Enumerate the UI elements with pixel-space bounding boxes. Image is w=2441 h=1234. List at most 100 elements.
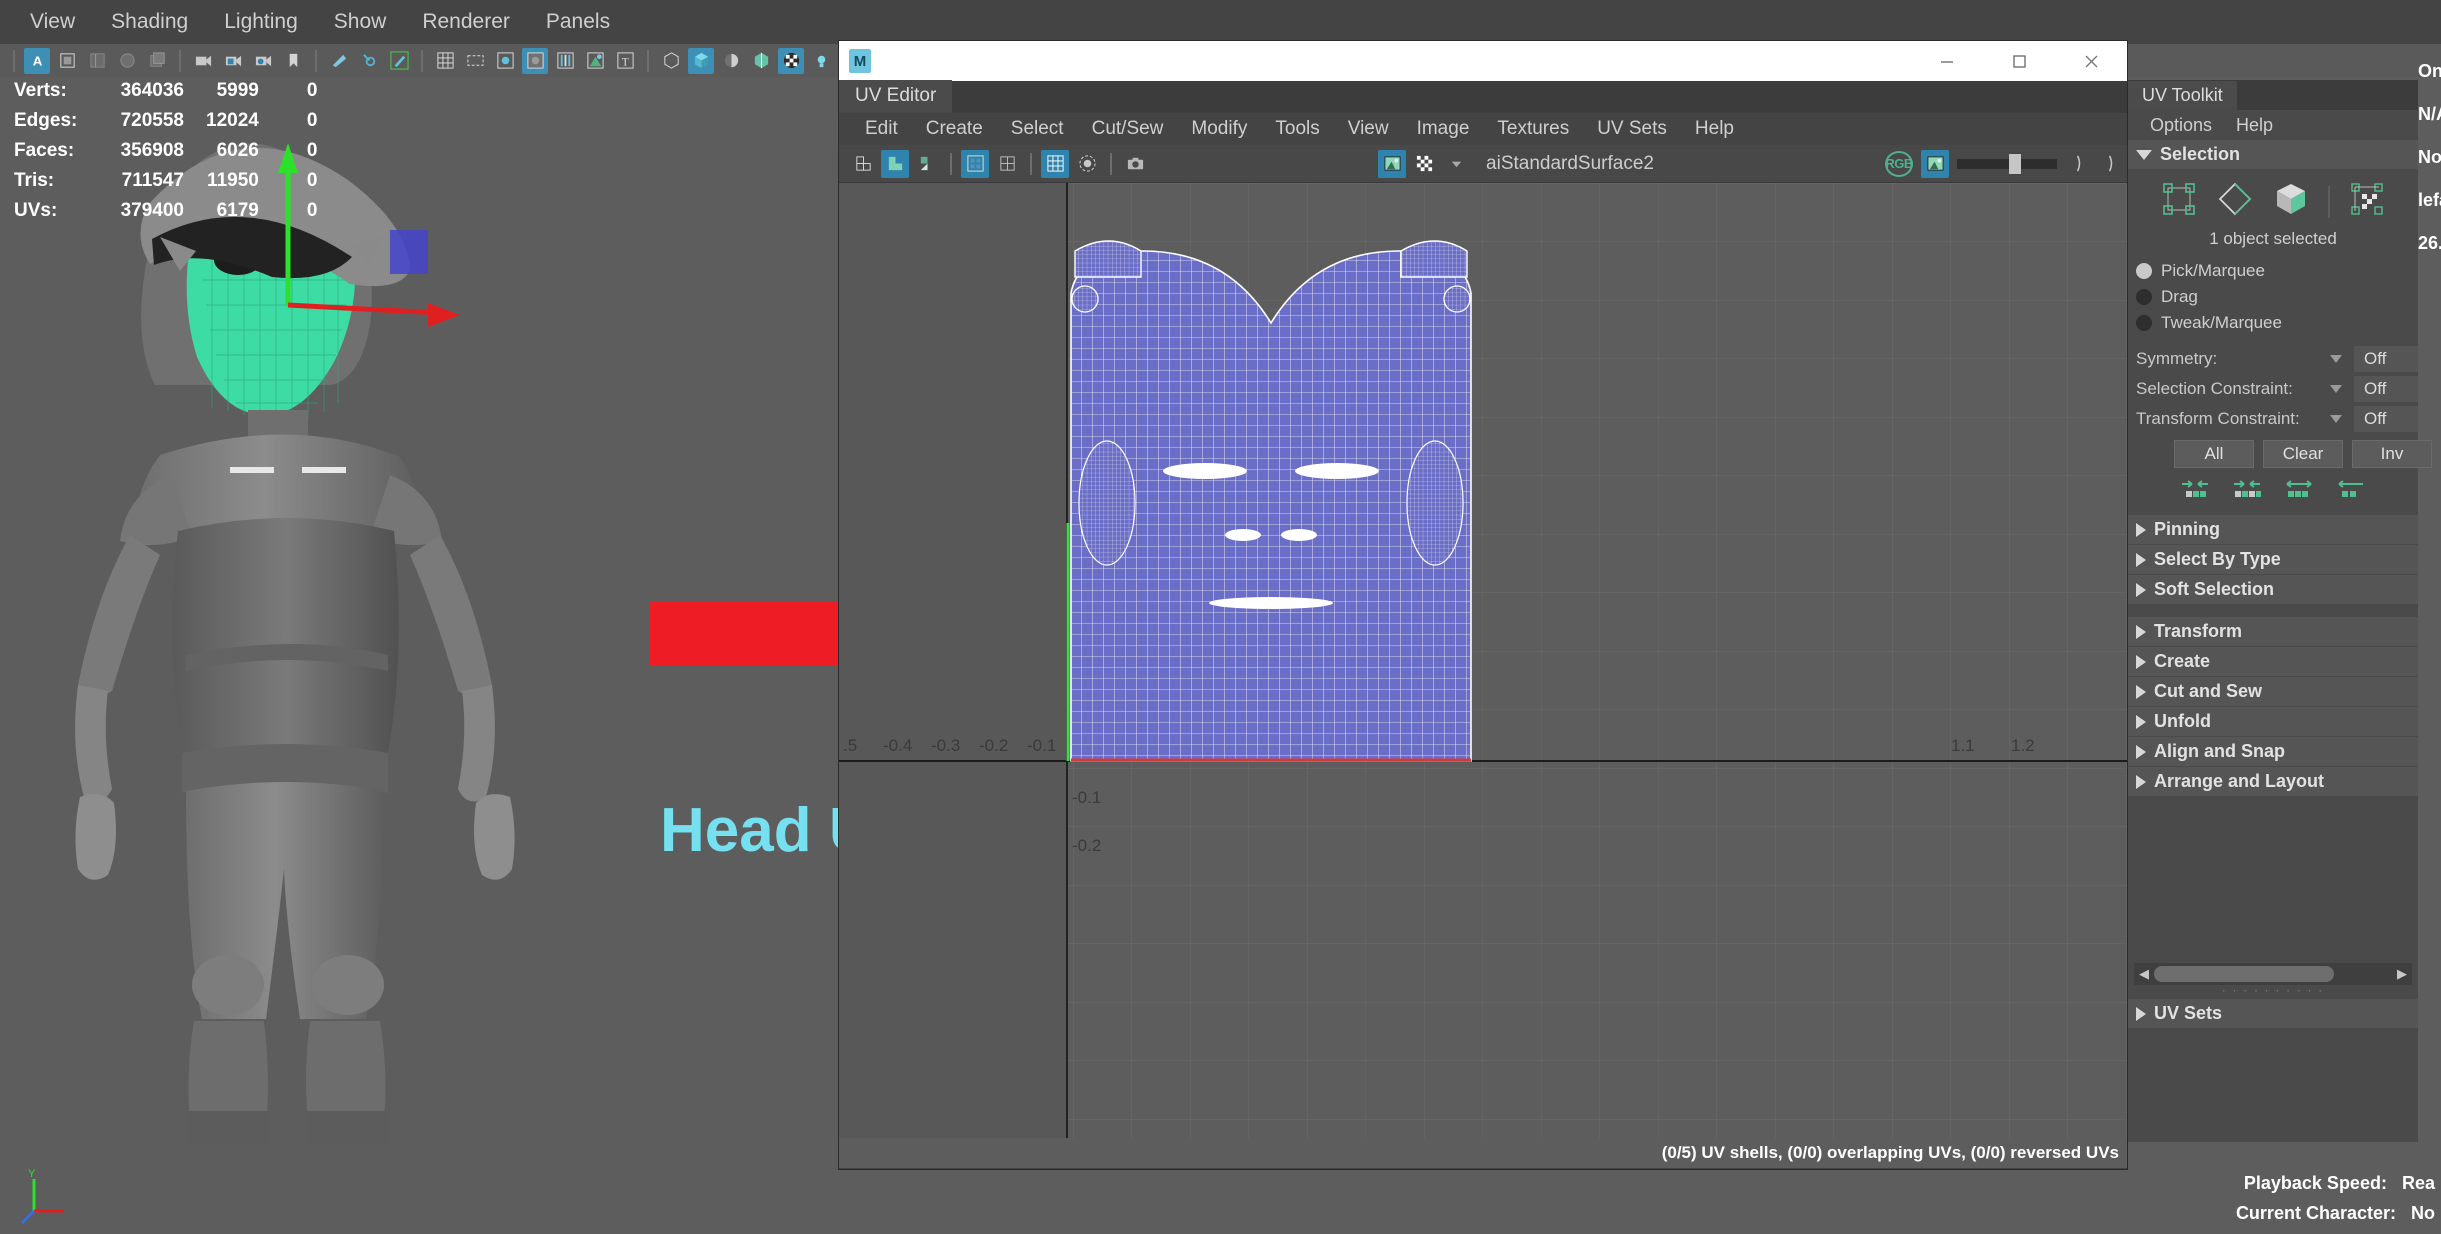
menu-panels[interactable]: Panels (528, 0, 628, 44)
uv-face-select-icon[interactable] (2272, 180, 2310, 223)
uv-shell-select-icon[interactable] (2348, 180, 2386, 223)
uv-shell-icon[interactable] (881, 149, 909, 178)
gate-mask-icon[interactable] (522, 47, 548, 74)
menu-renderer[interactable]: Renderer (404, 0, 528, 44)
shrink-selection-icon[interactable] (2180, 478, 2210, 507)
uv-grid-icon[interactable] (1041, 149, 1069, 178)
transform-constraint-value[interactable]: Off (2354, 406, 2418, 432)
bracket-right-icon[interactable] (2097, 150, 2125, 178)
mode-tweak-marquee[interactable]: Tweak/Marquee (2128, 310, 2418, 336)
shading-sphere-icon[interactable] (114, 48, 140, 74)
film-strip-icon[interactable] (552, 48, 578, 74)
section-header-selection[interactable]: Selection (2128, 140, 2418, 170)
checker-pattern-icon[interactable] (1410, 150, 1438, 178)
flat-shading-icon[interactable] (718, 48, 744, 74)
symmetry-row[interactable]: Symmetry: Off (2128, 344, 2418, 374)
panel-layout-icon[interactable] (84, 48, 110, 74)
camera-settings-icon[interactable] (250, 48, 276, 74)
smooth-shading-icon[interactable] (688, 47, 714, 74)
image-toggle-icon[interactable] (1921, 149, 1950, 178)
uv-menu-cut-sew[interactable]: Cut/Sew (1078, 118, 1178, 140)
toolkit-horizontal-scrollbar[interactable]: ◀ ▶ · · · · · · · · · · (2128, 959, 2418, 999)
lighting-icon[interactable] (808, 48, 834, 74)
uv-face-icon[interactable] (913, 150, 941, 178)
uv-edge-select-icon[interactable] (2216, 180, 2254, 223)
close-icon[interactable] (2055, 41, 2127, 81)
expand-selection-icon[interactable] (2284, 478, 2314, 507)
chevron-down-icon[interactable] (2330, 355, 2342, 363)
toolkit-menu-help[interactable]: Help (2224, 115, 2285, 136)
scroll-right-icon[interactable]: ▶ (2392, 966, 2412, 982)
grid-toggle-icon[interactable] (432, 48, 458, 74)
camera-icon[interactable] (190, 48, 216, 74)
copy-panel-icon[interactable] (144, 48, 170, 74)
uv-menu-tools[interactable]: Tools (1261, 118, 1333, 140)
select-all-icon[interactable]: A (24, 47, 50, 74)
selection-constraint-value[interactable]: Off (2354, 376, 2418, 402)
panel-resize-grip[interactable]: · · · · · · · · · · (2134, 985, 2412, 997)
shade-uv-icon[interactable] (1073, 150, 1101, 178)
text-overlay-icon[interactable]: T (612, 48, 638, 74)
symmetry-value[interactable]: Off (2354, 346, 2418, 372)
scroll-left-icon[interactable]: ◀ (2134, 966, 2154, 982)
film-gate-icon[interactable] (462, 48, 488, 74)
uv-menu-view[interactable]: View (1334, 118, 1403, 140)
hardware-texture-icon[interactable] (748, 48, 774, 74)
uv-editor-title-bar[interactable]: M (839, 41, 2127, 81)
uv-menu-create[interactable]: Create (912, 118, 997, 140)
section-header-pinning[interactable]: Pinning (2128, 515, 2418, 545)
uv-menu-textures[interactable]: Textures (1483, 118, 1583, 140)
section-header-align-and-snap[interactable]: Align and Snap (2128, 737, 2418, 767)
select-clear-button[interactable]: Clear (2263, 440, 2343, 468)
section-header-soft-selection[interactable]: Soft Selection (2128, 575, 2418, 605)
contract-selection-icon[interactable] (2336, 478, 2366, 507)
mode-drag[interactable]: Drag (2128, 284, 2418, 310)
uv-menu-edit[interactable]: Edit (851, 118, 912, 140)
checker-tile-icon[interactable] (961, 149, 989, 178)
minimize-icon[interactable] (1911, 41, 1983, 81)
mode-pick-marquee[interactable]: Pick/Marquee (2128, 258, 2418, 284)
wireframe-shading-icon[interactable] (658, 48, 684, 74)
image-plane-icon[interactable] (326, 48, 352, 74)
chevron-down-icon[interactable] (2330, 415, 2342, 423)
uv-menu-image[interactable]: Image (1403, 118, 1484, 140)
uv-menu-help[interactable]: Help (1681, 118, 1748, 140)
texture-display-icon[interactable] (778, 47, 804, 74)
image-opacity-slider[interactable] (1957, 153, 2058, 174)
section-header-arrange-and-layout[interactable]: Arrange and Layout (2128, 767, 2418, 797)
section-header-uv-sets[interactable]: UV Sets (2128, 999, 2418, 1029)
tab-uv-editor[interactable]: UV Editor (839, 80, 953, 113)
selection-constraint-row[interactable]: Selection Constraint: Off (2128, 374, 2418, 404)
menu-view[interactable]: View (12, 0, 93, 44)
section-header-cut-and-sew[interactable]: Cut and Sew (2128, 677, 2418, 707)
rgb-channel-icon[interactable]: RGB (1885, 150, 1913, 177)
chevron-down-icon[interactable] (2330, 385, 2342, 393)
texture-image-icon[interactable] (1378, 149, 1407, 178)
menu-shading[interactable]: Shading (93, 0, 206, 44)
menu-lighting[interactable]: Lighting (206, 0, 316, 44)
tab-uv-toolkit[interactable]: UV Toolkit (2128, 80, 2237, 110)
section-header-unfold[interactable]: Unfold (2128, 707, 2418, 737)
uv-menu-modify[interactable]: Modify (1177, 118, 1261, 140)
snapshot-camera-icon[interactable] (1121, 150, 1149, 178)
maximize-icon[interactable] (1983, 41, 2055, 81)
scroll-thumb[interactable] (2154, 966, 2334, 982)
section-header-transform[interactable]: Transform (2128, 617, 2418, 647)
select-all-button[interactable]: All (2174, 440, 2254, 468)
uv-layout-icon[interactable] (849, 150, 877, 178)
section-header-select-by-type[interactable]: Select By Type (2128, 545, 2418, 575)
grid-tile-icon[interactable] (993, 150, 1021, 178)
shader-name-field[interactable]: aiStandardSurface2 (1486, 153, 1654, 175)
bracket-left-icon[interactable] (2065, 150, 2093, 178)
uv-menu-select[interactable]: Select (997, 118, 1078, 140)
transform-constraint-row[interactable]: Transform Constraint: Off (2128, 404, 2418, 434)
toolkit-menu-options[interactable]: Options (2138, 115, 2224, 136)
frame-region-icon[interactable] (54, 48, 80, 74)
menu-show[interactable]: Show (316, 0, 405, 44)
bookmark-icon[interactable] (280, 48, 306, 74)
chevron-down-icon[interactable] (1442, 150, 1470, 178)
camera-lock-icon[interactable] (220, 48, 246, 74)
uv-menu-uv-sets[interactable]: UV Sets (1583, 118, 1681, 140)
grow-selection-icon[interactable] (2232, 478, 2262, 507)
uv-point-select-icon[interactable] (2160, 180, 2198, 223)
